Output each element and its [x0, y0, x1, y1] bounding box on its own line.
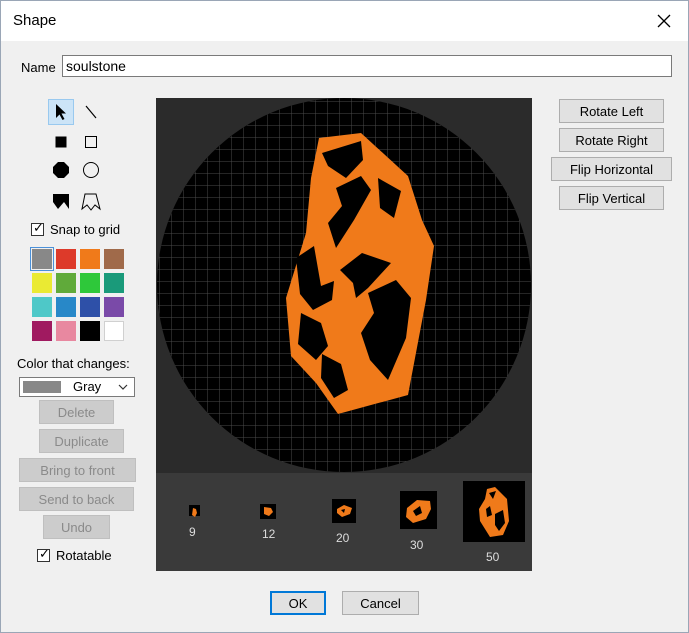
preview-size-label: 50	[486, 550, 500, 564]
duplicate-button[interactable]: Duplicate	[39, 429, 124, 453]
selected-color-label: Gray	[73, 379, 102, 394]
preview-30	[400, 491, 437, 529]
preview-size-label: 12	[262, 527, 276, 541]
delete-button[interactable]: Delete	[39, 400, 114, 424]
cancel-button[interactable]: Cancel	[342, 591, 419, 615]
shape-drawing[interactable]	[156, 98, 532, 473]
color-swatch[interactable]	[104, 297, 124, 317]
preview-shape-icon	[264, 507, 273, 516]
rectangle-tool[interactable]	[78, 129, 104, 155]
color-swatch[interactable]	[32, 273, 52, 293]
color-swatch[interactable]	[56, 249, 76, 269]
filled-polygon-icon	[53, 194, 69, 209]
undo-button[interactable]: Undo	[43, 515, 110, 539]
color-swatch[interactable]	[104, 321, 124, 341]
outline-square-icon	[85, 136, 97, 148]
preview-shape-icon	[479, 487, 509, 537]
shape-dialog: Shape Name ✓ Snap to grid Color that cha…	[0, 0, 689, 633]
title-bar: Shape	[1, 1, 688, 41]
preview-size-label: 30	[410, 538, 424, 552]
preview-shape-icon	[406, 500, 431, 523]
bring-to-front-button[interactable]: Bring to front	[19, 458, 136, 482]
chevron-down-icon	[118, 384, 128, 390]
preview-shape-icon	[192, 508, 197, 517]
color-swatch[interactable]	[30, 247, 54, 271]
checkmark-icon: ✓	[39, 546, 50, 561]
checkmark-icon: ✓	[33, 220, 44, 235]
preview-size-label: 9	[189, 525, 196, 539]
color-swatch[interactable]	[80, 249, 100, 269]
close-button[interactable]	[647, 5, 681, 37]
color-swatch[interactable]	[32, 321, 52, 341]
selected-color-swatch	[23, 381, 61, 393]
ok-button[interactable]: OK	[270, 591, 326, 615]
filled-octagon-icon	[53, 162, 69, 178]
snap-to-grid-checkbox[interactable]: ✓	[31, 220, 44, 236]
color-swatch[interactable]	[80, 297, 100, 317]
rotatable-label: Rotatable	[56, 548, 112, 563]
dialog-title: Shape	[13, 12, 57, 29]
preview-50	[463, 481, 525, 542]
filled-ellipse-tool[interactable]	[48, 157, 74, 183]
color-changes-select[interactable]: Gray	[19, 377, 135, 397]
preview-9	[189, 505, 200, 517]
filled-polygon-tool[interactable]	[48, 189, 74, 215]
preview-size-label: 20	[336, 531, 350, 545]
color-swatch[interactable]	[104, 273, 124, 293]
outline-polygon-icon	[81, 193, 101, 211]
color-swatch[interactable]	[80, 321, 100, 341]
send-to-back-button[interactable]: Send to back	[19, 487, 134, 511]
pointer-tool[interactable]	[48, 99, 74, 125]
color-swatch[interactable]	[104, 249, 124, 269]
rotate-right-button[interactable]: Rotate Right	[559, 128, 664, 152]
filled-rectangle-tool[interactable]	[48, 129, 74, 155]
rotate-left-button[interactable]: Rotate Left	[559, 99, 664, 123]
preview-shape-icon	[337, 505, 352, 517]
color-changes-label: Color that changes:	[17, 356, 130, 371]
outline-circle-icon	[83, 162, 99, 178]
close-icon	[657, 14, 671, 28]
snap-to-grid-label: Snap to grid	[50, 222, 121, 237]
name-label: Name	[21, 60, 56, 75]
rotatable-checkbox[interactable]: ✓	[37, 546, 50, 562]
flip-vertical-button[interactable]: Flip Vertical	[559, 186, 664, 210]
filled-square-icon	[55, 136, 67, 148]
flip-horizontal-button[interactable]: Flip Horizontal	[551, 157, 672, 181]
preview-strip: 9 12 20 30 50	[156, 473, 532, 571]
color-swatch[interactable]	[32, 297, 52, 317]
color-swatch[interactable]	[56, 321, 76, 341]
ellipse-tool[interactable]	[78, 157, 104, 183]
color-swatch[interactable]	[80, 273, 100, 293]
diagonal-line-icon	[85, 105, 97, 119]
color-swatch[interactable]	[56, 273, 76, 293]
polygon-tool[interactable]	[78, 189, 104, 215]
name-input[interactable]	[62, 55, 672, 77]
preview-20	[332, 499, 356, 523]
line-tool[interactable]	[78, 99, 104, 125]
color-swatch[interactable]	[56, 297, 76, 317]
preview-12	[260, 504, 276, 519]
arrow-pointer-icon	[56, 104, 66, 120]
